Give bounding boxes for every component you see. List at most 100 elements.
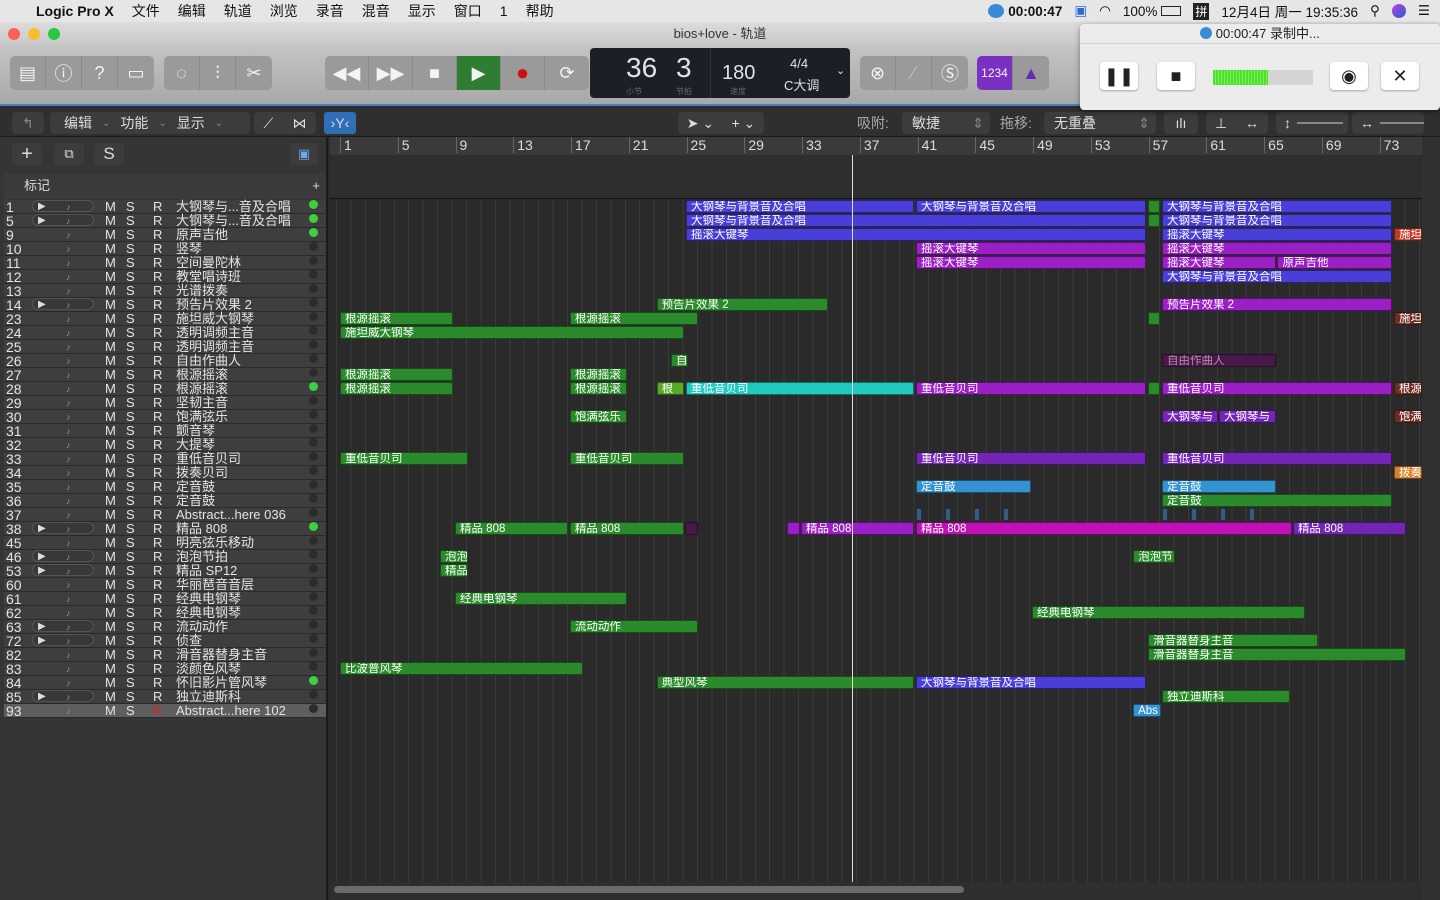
close-recorder-button[interactable]: ✕ [1381,62,1419,90]
track-name[interactable]: 明亮弦乐移动 [176,536,254,550]
track-header[interactable]: 37 ♪ M S R Abstract...here 036 [4,508,326,522]
track-on-indicator[interactable] [309,256,318,265]
track-on-indicator[interactable] [309,312,318,321]
record-enable-button[interactable]: R [153,662,162,676]
region[interactable]: 滑音器替身主音 [1147,648,1406,661]
track-name[interactable]: 大钢琴与...音及合唱 [176,214,291,228]
record-enable-button[interactable]: R [153,424,162,438]
mute-button[interactable]: M [105,424,116,438]
metronome-button[interactable]: ▲ [1013,56,1049,90]
disclosure-triangle-icon[interactable]: ▶ [38,550,46,564]
record-enable-button[interactable]: R [153,634,162,648]
mute-button[interactable]: M [105,382,116,396]
track-header[interactable]: 61 ♪ M S R 经典电钢琴 [4,592,326,606]
region[interactable]: 精品 808 [800,522,915,535]
track-name[interactable]: 怀旧影片管风琴 [176,676,267,690]
region[interactable]: 流动动作 [569,620,698,633]
record-enable-button[interactable]: R [153,536,162,550]
mute-button[interactable]: M [105,214,116,228]
mute-button[interactable]: M [105,284,116,298]
record-enable-button[interactable]: R [153,578,162,592]
track-on-indicator[interactable] [309,382,318,391]
track-name[interactable]: 精品 SP12 [176,564,237,578]
lcd-display[interactable]: 36 3 小节 节拍 180 速度 4/4 C大调 ⌄ [590,48,850,98]
mute-button[interactable]: M [105,396,116,410]
track-name[interactable]: 透明调频主音 [176,340,254,354]
catch-playhead-button[interactable]: ›Y‹ [324,112,356,134]
region[interactable]: 自 [671,354,689,367]
vertical-scrollbar[interactable] [1422,137,1440,900]
region[interactable]: 独立迪斯科 [1161,690,1291,703]
arrange-area[interactable]: 1 5 9 13 17 21 25 29 33 37 41 45 49 53 57 61 65 69 73 大钢琴与… [330,137,1422,882]
track-header[interactable]: 10 ♪ M S R 竖琴 [4,242,326,256]
region[interactable]: 根源摇滚 [340,382,453,395]
rewind-button[interactable]: ◀◀ [325,56,369,90]
mute-button[interactable]: M [105,634,116,648]
solo-button[interactable]: S [126,494,135,508]
track-header[interactable]: 31 ♪ M S R 颤音琴 [4,424,326,438]
region[interactable] [916,508,923,521]
track-header[interactable]: 5 ▶ ♪ M S R 大钢琴与...音及合唱 [4,214,326,228]
track-on-indicator[interactable] [309,284,318,293]
record-enable-button[interactable]: R [153,256,162,270]
disclosure-triangle-icon[interactable]: ▶ [38,564,46,578]
track-name[interactable]: 侦查 [176,634,202,648]
mute-button[interactable]: M [105,452,116,466]
record-enable-button[interactable]: R [153,200,162,214]
track-name[interactable]: 根源摇滚 [176,382,228,396]
notification-center-icon[interactable]: ☰ [1418,3,1430,19]
record-enable-button[interactable]: R [153,312,162,326]
region[interactable]: 根源摇滚 [340,368,453,381]
region[interactable]: 精品 808 [454,522,569,535]
region[interactable]: 施坦威大钢琴 [340,326,684,339]
track-name[interactable]: 滑音器替身主音 [176,648,267,662]
menu-file[interactable]: 文件 [132,1,160,21]
track-header[interactable]: 32 ♪ M S R 大提琴 [4,438,326,452]
track-header[interactable]: 62 ♪ M S R 经典电钢琴 [4,606,326,620]
disclosure-triangle-icon[interactable]: ▶ [38,200,46,214]
region[interactable] [1147,382,1160,395]
region[interactable]: 重低音贝司 [916,452,1147,465]
region[interactable] [1147,214,1160,227]
input-method-icon[interactable]: 拼 [1193,2,1210,20]
battery-icon[interactable] [1161,6,1182,16]
disclosure-triangle-icon[interactable]: ▶ [38,634,46,648]
record-enable-button[interactable]: R [153,270,162,284]
mute-button[interactable]: M [105,690,116,704]
region[interactable]: 重低音贝司 [916,382,1147,395]
solo-button[interactable]: S [126,620,135,634]
editors-button[interactable]: ✂ [236,56,272,90]
mute-button[interactable]: M [105,550,116,564]
stop-recording-button[interactable]: ■ [1157,62,1195,90]
menu-help[interactable]: 帮助 [526,1,554,21]
smart-controls-button[interactable]: ◌ [164,56,200,90]
siri-icon[interactable] [1391,4,1406,18]
solo-button[interactable]: S [126,634,135,648]
track-on-indicator[interactable] [309,662,318,671]
solo-button[interactable]: S [126,592,135,606]
region[interactable]: 大钢琴与背景音及合唱 [916,676,1147,689]
marker-lane[interactable] [330,155,1422,199]
region[interactable] [1219,508,1226,521]
count-in-button[interactable]: 1234 [977,56,1013,90]
menu-browse[interactable]: 浏览 [270,1,298,21]
track-header[interactable]: 35 ♪ M S R 定音鼓 [4,480,326,494]
track-header[interactable]: 72 ▶ ♪ M S R 侦查 [4,634,326,648]
ruler[interactable]: 1 5 9 13 17 21 25 29 33 37 41 45 49 53 57 61 65 69 73 [330,137,1422,155]
track-on-indicator[interactable] [309,494,318,503]
region[interactable]: Abs [1133,704,1161,717]
mute-button[interactable]: M [105,242,116,256]
region[interactable]: 泡泡 [439,550,468,563]
track-name[interactable]: 饱满弦乐 [176,410,228,424]
mute-button[interactable]: M [105,312,116,326]
solo-button[interactable]: S [126,480,135,494]
track-name[interactable]: 精品 808 [176,522,227,536]
region[interactable] [945,508,952,521]
region[interactable]: 定音鼓 [1161,480,1277,493]
region[interactable]: 重低音贝司 [686,382,915,395]
mute-button[interactable]: M [105,662,116,676]
clock[interactable]: 12月4日 周一 19:35:36 [1221,1,1358,21]
region[interactable]: 定音鼓 [916,480,1031,493]
region[interactable]: 摇滚大键琴 [916,242,1147,255]
track-name[interactable]: 自由作曲人 [176,354,241,368]
